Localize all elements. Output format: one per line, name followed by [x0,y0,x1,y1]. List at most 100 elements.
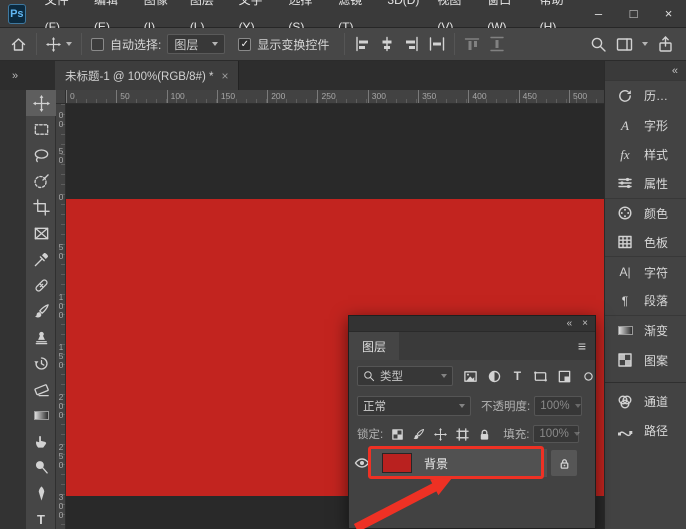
rail-divider [605,375,686,383]
fill-dropdown[interactable]: 100% [533,425,579,443]
history-brush-tool[interactable] [26,350,56,376]
tab-close-icon[interactable]: × [221,69,228,83]
panel-close-icon[interactable]: × [582,318,588,329]
spot-healing-brush-tool[interactable] [26,272,56,298]
document-tab[interactable]: 未标题-1 @ 100%(RGB/8#) * × [55,61,239,90]
filter-type-layers-icon[interactable]: T [511,370,524,382]
panel-collapse-icon[interactable]: « [567,318,573,329]
ruler-label: 0 [56,192,65,201]
ruler-label: 50 [116,90,166,103]
eyedropper-tool[interactable] [26,246,56,272]
brush-tool[interactable] [26,298,56,324]
eraser-tool[interactable] [26,376,56,402]
minimize-button[interactable]: – [581,0,616,27]
background-lock-icon[interactable] [551,450,577,476]
move-flyout-chevron-icon[interactable] [66,42,72,46]
show-transform-checkbox[interactable]: ✓ [238,38,251,51]
workspace-switcher-icon[interactable] [616,36,633,53]
distribute-horizontal-icon[interactable] [429,36,445,52]
align-right-edges-icon[interactable] [404,36,420,52]
toolbar-expand-icon[interactable]: » [0,61,30,90]
distribute-vertical-icon[interactable] [489,36,505,52]
panel-button-properties[interactable]: 属性 [605,169,686,198]
type-tool[interactable]: T [26,506,56,529]
panel-label: 段落 [644,292,668,309]
left-edge-strip [0,90,26,529]
lock-artboard-icon[interactable] [456,428,469,441]
align-left-edges-icon[interactable] [354,36,370,52]
align-horizontal-centers-icon[interactable] [379,36,395,52]
panel-label: 字形 [644,117,668,134]
filter-shape-layers-icon[interactable] [533,369,548,384]
pen-tool[interactable] [26,480,56,506]
vertical-ruler[interactable]: 00 50 0 50 100 150 200 250 300 [56,104,66,529]
panel-button-channels[interactable]: 通道 [605,387,686,416]
auto-select-label: 自动选择: [110,36,161,53]
auto-select-target-dropdown[interactable]: 图层 [167,34,225,54]
lasso-tool[interactable] [26,142,56,168]
gradient-tool[interactable] [26,402,56,428]
panel-label: 色板 [644,234,668,251]
panel-button-swatches[interactable]: 色板 [605,228,686,257]
ruler-origin-corner[interactable] [56,90,66,104]
horizontal-ruler[interactable]: 050100150200250300350400450500 [66,90,604,104]
layers-panel-tabs: 图层 ≡ [349,332,595,360]
character-icon: A| [615,263,635,281]
blend-mode-dropdown[interactable]: 正常 [357,396,471,416]
properties-sliders-icon [615,174,635,192]
panel-button-glyphs[interactable]: A 字形 [605,110,686,139]
panel-button-history[interactable]: 历… [605,81,686,110]
smudge-tool[interactable] [26,428,56,454]
ruler-label: 250 [317,90,367,103]
maximize-button[interactable]: □ [616,0,651,27]
filter-adjustment-layers-icon[interactable] [487,369,502,384]
lock-transparent-pixels-icon[interactable] [391,428,404,441]
filter-pixel-layers-icon[interactable] [463,369,478,384]
rectangular-marquee-tool[interactable] [26,116,56,142]
panel-button-paragraph[interactable]: ¶ 段落 [605,287,686,316]
ruler-label: 350 [418,90,468,103]
workspace-chevron-icon[interactable] [642,42,648,46]
panel-label: 属性 [644,175,668,192]
panel-button-color[interactable]: 颜色 [605,199,686,228]
ruler-label: 0 [66,90,116,103]
panel-button-styles[interactable]: fx 样式 [605,140,686,169]
lock-image-pixels-icon[interactable] [412,428,425,441]
lock-position-icon[interactable] [434,428,447,441]
home-icon[interactable] [10,36,27,53]
filter-smart-object-icon[interactable] [557,369,572,384]
auto-select-checkbox[interactable] [91,38,104,51]
object-selection-tool[interactable] [26,168,56,194]
fill-value: 100% [539,428,568,440]
lock-all-icon[interactable] [478,428,491,441]
panel-button-patterns[interactable]: 图案 [605,346,686,375]
annotation-arrow [340,472,470,529]
crop-tool[interactable] [26,194,56,220]
swatches-grid-icon [615,233,635,251]
rail-collapse-icon[interactable]: « [605,61,686,81]
move-tool-option-icon[interactable] [46,37,61,52]
panel-button-paths[interactable]: 路径 [605,416,686,445]
search-icon[interactable] [590,36,607,53]
frame-tool[interactable] [26,220,56,246]
layer-filter-toggle[interactable] [582,370,595,383]
opacity-dropdown[interactable]: 100% [534,396,582,416]
panel-button-gradients[interactable]: 渐变 [605,316,686,345]
close-button[interactable]: × [651,0,686,27]
clone-stamp-tool[interactable] [26,324,56,350]
share-image-icon[interactable] [657,36,674,53]
move-tool[interactable] [26,90,56,116]
panel-button-character[interactable]: A| 字符 [605,257,686,286]
panel-menu-icon[interactable]: ≡ [578,332,595,360]
align-top-edges-icon[interactable] [464,36,480,52]
dodge-tool[interactable] [26,454,56,480]
photoshop-window: Ps 文件(F)编辑(E)图像(I)图层(L)文字(Y)选择(S)滤镜(T)3D… [0,0,686,529]
ruler-label: 00 [56,110,65,128]
ruler-label: 300 [368,90,418,103]
panel-label: 通道 [644,393,668,410]
auto-select-target-value: 图层 [174,36,198,53]
opacity-value: 100% [540,400,569,412]
layer-filter-search[interactable]: 类型 [357,366,453,386]
layer-filter-value: 类型 [380,368,403,384]
tab-layers[interactable]: 图层 [349,332,399,360]
